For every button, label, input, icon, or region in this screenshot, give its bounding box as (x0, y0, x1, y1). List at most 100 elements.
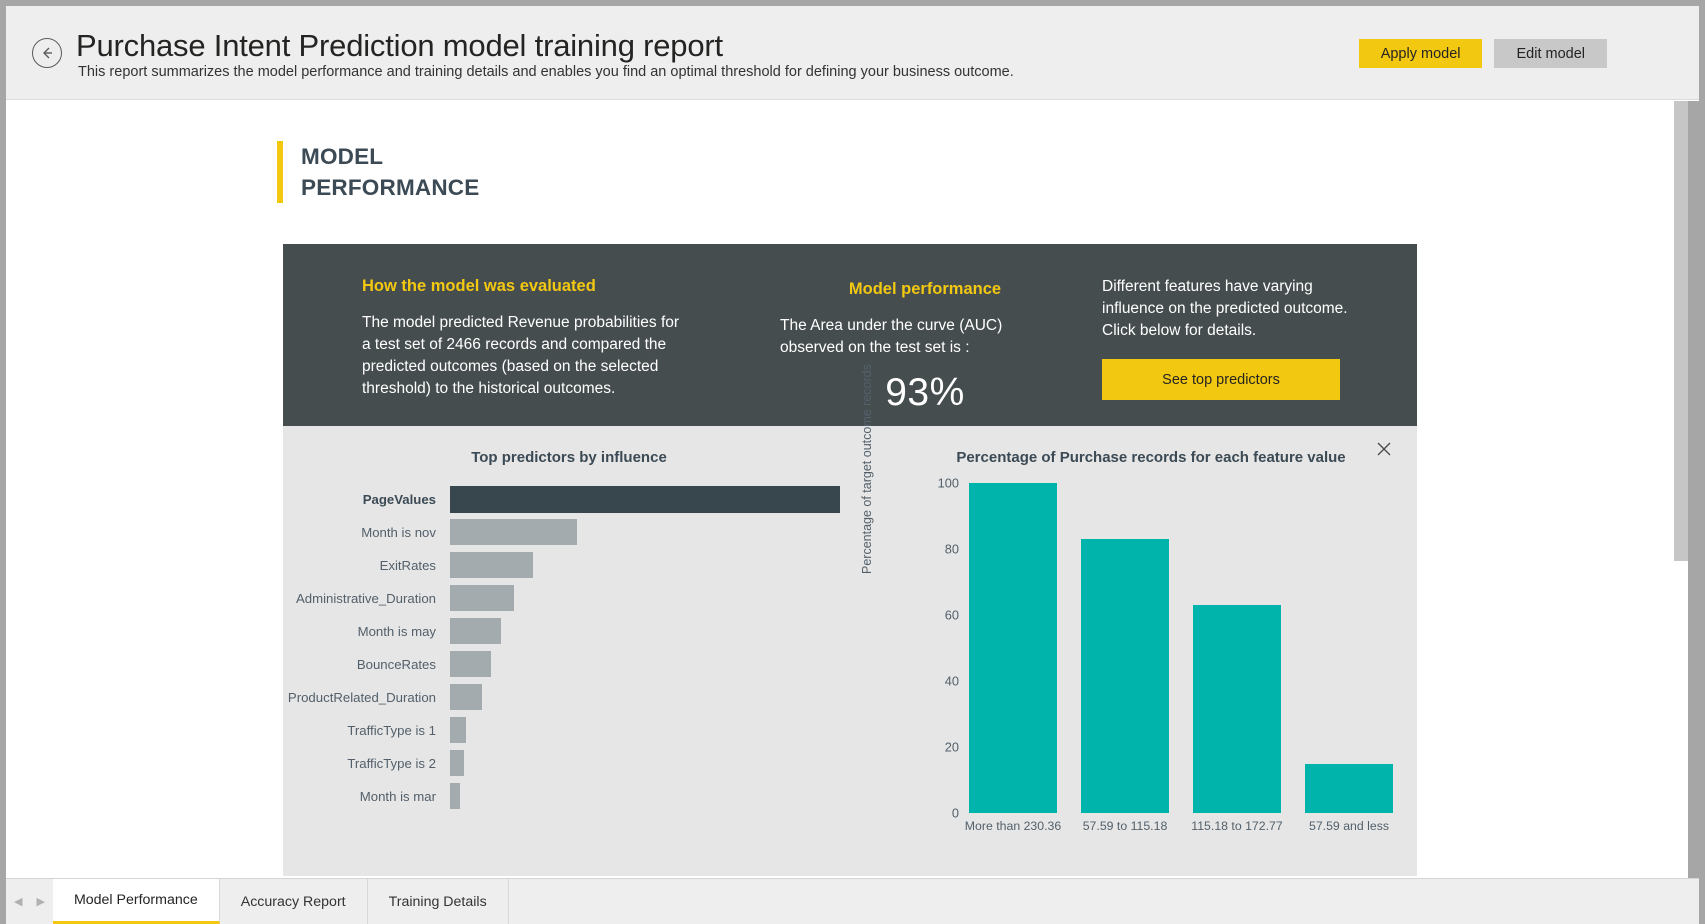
predictor-row[interactable]: TrafficType is 1 (283, 714, 855, 746)
predictor-row[interactable]: TrafficType is 2 (283, 747, 855, 779)
page-subtitle: This report summarizes the model perform… (78, 64, 1014, 80)
y-axis-tick-label: 0 (952, 806, 959, 821)
predictor-row[interactable]: Month is may (283, 615, 855, 647)
predictors-detail-panel: Top predictors by influence PageValues Mo… (283, 426, 1417, 876)
predictor-bar-track (450, 615, 840, 647)
x-axis-tick-label: 115.18 to 172.77 (1191, 819, 1282, 833)
predictor-bar-track (450, 780, 840, 812)
feature-value-plot-area: 020406080100 More than 230.3657.59 to 11… (923, 483, 1393, 813)
page-title: Purchase Intent Prediction model trainin… (76, 28, 723, 64)
prev-page-icon[interactable]: ◀ (14, 895, 22, 908)
predictor-label: ExitRates (283, 558, 450, 573)
feature-value-column[interactable]: More than 230.36 (969, 483, 1057, 813)
predictor-bar-track (450, 549, 840, 581)
predictor-bar-track (450, 681, 840, 713)
evaluation-block: How the model was evaluated The model pr… (362, 277, 682, 400)
scrollbar-thumb[interactable] (1674, 101, 1688, 561)
x-axis-tick-label: More than 230.36 (965, 819, 1061, 833)
predictor-bar-track (450, 747, 840, 779)
predictor-row[interactable]: ExitRates (283, 549, 855, 581)
section-heading-line2: PERFORMANCE (301, 172, 479, 203)
predictor-row[interactable]: PageValues (283, 483, 855, 515)
feature-value-column[interactable]: 57.59 to 115.18 (1081, 483, 1169, 813)
feature-value-chart-ylabel: Percentage of target outcome records (860, 364, 874, 574)
section-accent-bar (277, 141, 283, 203)
predictor-bar[interactable] (450, 618, 501, 644)
back-arrow-icon[interactable] (32, 38, 62, 68)
y-axis-tick-label: 100 (938, 476, 959, 491)
feature-value-chart: Percentage of Purchase records for each … (855, 426, 1417, 876)
see-top-predictors-button[interactable]: See top predictors (1102, 359, 1340, 400)
predictor-bar[interactable] (450, 783, 460, 809)
predictor-bar[interactable] (450, 486, 840, 513)
info-panel: How the model was evaluated The model pr… (283, 244, 1417, 426)
section-heading-line1: MODEL (301, 141, 479, 172)
predictor-bar-track (450, 516, 840, 548)
section-heading-text: MODEL PERFORMANCE (301, 141, 479, 203)
predictor-row[interactable]: Administrative_Duration (283, 582, 855, 614)
tabs-filler (509, 879, 1699, 924)
edit-model-button[interactable]: Edit model (1494, 39, 1607, 68)
feature-value-column[interactable]: 115.18 to 172.77 (1193, 483, 1281, 813)
evaluation-heading: How the model was evaluated (362, 277, 682, 296)
predictor-bar[interactable] (450, 684, 482, 710)
evaluation-body: The model predicted Revenue probabilitie… (362, 312, 682, 400)
y-axis-tick-label: 80 (945, 542, 959, 557)
y-axis-tick-label: 40 (945, 674, 959, 689)
predictor-label: Month is may (283, 624, 450, 639)
predictor-bar[interactable] (450, 585, 514, 611)
predictor-label: TrafficType is 1 (283, 723, 450, 738)
report-canvas: MODEL PERFORMANCE How the model was eval… (6, 101, 1668, 884)
performance-block: Model performance The Area under the cur… (780, 280, 1070, 415)
predictor-label: TrafficType is 2 (283, 756, 450, 771)
tab-accuracy-report[interactable]: Accuracy Report (220, 879, 368, 924)
tab-model-performance[interactable]: Model Performance (53, 879, 220, 924)
predictor-bar-track (450, 483, 840, 515)
feature-value-bars: More than 230.36 57.59 to 115.18 115.18 to… (969, 483, 1393, 813)
top-predictors-bars: PageValues Month is nov ExitRates Administr… (283, 483, 855, 813)
predictor-row[interactable]: ProductRelated_Duration (283, 681, 855, 713)
predictor-label: ProductRelated_Duration (283, 690, 450, 705)
predictor-label: Month is nov (283, 525, 450, 540)
predictors-body: Different features have varying influenc… (1102, 276, 1352, 342)
predictor-bar[interactable] (450, 750, 464, 776)
predictor-bar[interactable] (450, 651, 491, 677)
predictor-row[interactable]: BounceRates (283, 648, 855, 680)
vertical-scrollbar[interactable] (1668, 101, 1699, 884)
feature-value-column[interactable]: 57.59 and less (1305, 483, 1393, 813)
header-actions: Apply model Edit model (1359, 39, 1607, 68)
predictor-row[interactable]: Month is mar (283, 780, 855, 812)
predictor-bar[interactable] (450, 552, 533, 578)
apply-model-button[interactable]: Apply model (1359, 39, 1483, 68)
predictor-row[interactable]: Month is nov (283, 516, 855, 548)
predictor-bar[interactable] (450, 519, 577, 545)
window-edge (1688, 101, 1699, 884)
feature-value-bar[interactable] (1305, 764, 1393, 814)
section-heading: MODEL PERFORMANCE (277, 141, 479, 203)
top-predictors-chart: Top predictors by influence PageValues Mo… (283, 426, 855, 876)
feature-value-bar[interactable] (1081, 539, 1169, 813)
tab-training-details[interactable]: Training Details (368, 879, 509, 924)
x-axis-tick-label: 57.59 and less (1309, 819, 1389, 833)
report-header: Purchase Intent Prediction model trainin… (6, 6, 1699, 100)
top-predictors-chart-title: Top predictors by influence (283, 449, 855, 466)
feature-value-bar[interactable] (969, 483, 1057, 813)
predictor-bar-track (450, 582, 840, 614)
feature-value-chart-title: Percentage of Purchase records for each … (855, 449, 1417, 466)
next-page-icon[interactable]: ▶ (36, 895, 44, 908)
performance-heading: Model performance (780, 280, 1070, 299)
report-window: Purchase Intent Prediction model trainin… (0, 0, 1705, 924)
feature-value-bar[interactable] (1193, 605, 1281, 813)
predictor-label: BounceRates (283, 657, 450, 672)
predictor-bar-track (450, 648, 840, 680)
predictor-label: PageValues (283, 492, 450, 507)
x-axis-tick-label: 57.59 to 115.18 (1083, 819, 1168, 833)
predictor-label: Administrative_Duration (283, 591, 450, 606)
predictors-block: Different features have varying influenc… (1102, 276, 1352, 400)
auc-value: 93% (780, 371, 1070, 415)
predictor-bar-track (450, 714, 840, 746)
predictor-bar[interactable] (450, 717, 466, 743)
y-axis-tick-label: 60 (945, 608, 959, 623)
y-axis-tick-label: 20 (945, 740, 959, 755)
performance-body: The Area under the curve (AUC) observed … (780, 315, 1070, 359)
